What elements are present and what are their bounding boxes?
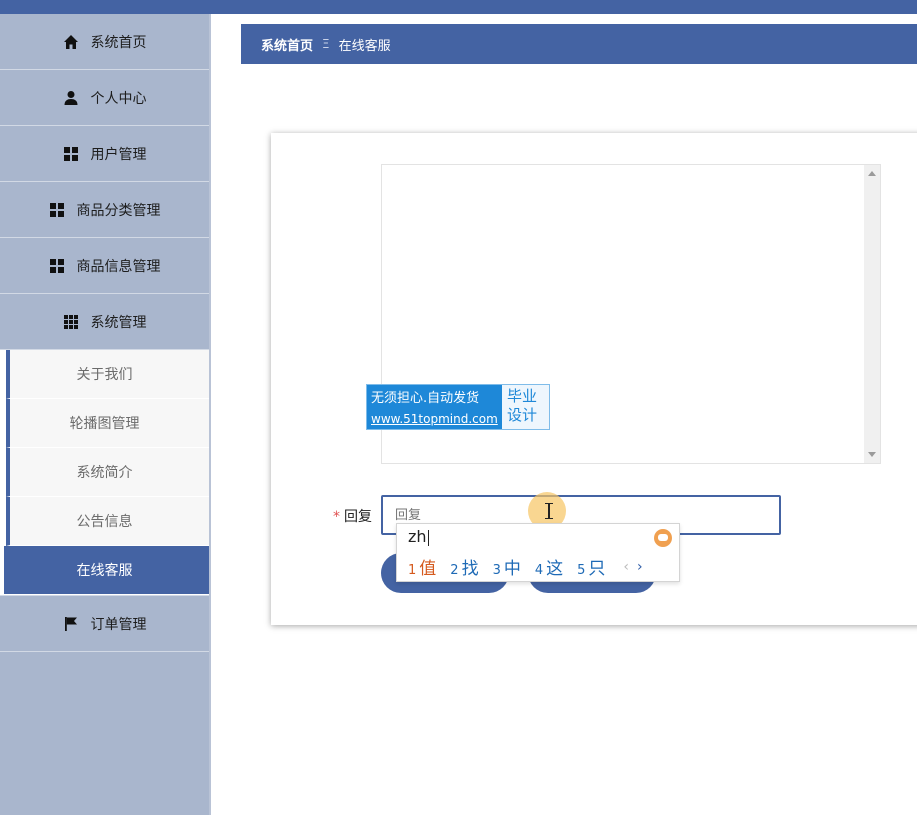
scroll-down-icon[interactable] xyxy=(868,452,876,457)
apps-icon xyxy=(63,314,79,330)
breadcrumb-current: 在线客服 xyxy=(338,38,391,54)
text-cursor-icon xyxy=(545,503,553,519)
ime-candidates: 1值 2找 3中 4这 5只 ‹ › xyxy=(408,554,643,580)
chat-scrollbar[interactable] xyxy=(864,165,880,463)
sidebar-item-label: 商品分类管理 xyxy=(76,202,161,219)
grid-icon xyxy=(49,258,65,274)
watermark-url: www.51topmind.com xyxy=(371,412,498,426)
sidebar-item-orders[interactable]: 订单管理 xyxy=(0,595,209,652)
ime-composition: zh xyxy=(408,527,429,546)
reply-label-text: 回复 xyxy=(344,509,372,525)
ime-candidate[interactable]: 4这 xyxy=(535,554,563,579)
grid-icon xyxy=(49,202,65,218)
watermark-slogan: 无须担心.自动发货 xyxy=(371,391,480,406)
breadcrumb-home[interactable]: 系统首页 xyxy=(261,35,313,54)
flag-icon xyxy=(63,616,79,632)
system-submenu: 关于我们 轮播图管理 系统简介 公告信息 在线客服 xyxy=(0,350,209,595)
sidebar-subitem-carousel[interactable]: 轮播图管理 xyxy=(6,399,209,448)
sidebar-item-label: 订单管理 xyxy=(90,616,147,633)
home-icon xyxy=(63,34,79,50)
sidebar-subitem-notice[interactable]: 公告信息 xyxy=(6,497,209,546)
breadcrumb: 系统首页 Ξ 在线客服 xyxy=(241,24,917,64)
ime-candidate-popup[interactable]: zh 1值 2找 3中 4这 5只 ‹ › xyxy=(396,523,680,582)
sidebar-item-system[interactable]: 系统管理 xyxy=(0,294,209,350)
top-bar xyxy=(0,0,917,14)
sidebar-item-products[interactable]: 商品信息管理 xyxy=(0,238,209,294)
sidebar-subitem-label: 系统简介 xyxy=(76,465,133,481)
ime-next-icon[interactable]: › xyxy=(637,559,643,575)
sidebar-subitem-label: 关于我们 xyxy=(76,367,133,383)
user-icon xyxy=(63,90,79,106)
watermark-badge-line2: 设计 xyxy=(507,406,538,424)
required-mark: * xyxy=(333,509,340,525)
sidebar-item-label: 个人中心 xyxy=(90,90,147,107)
sidebar-subitem-about[interactable]: 关于我们 xyxy=(6,350,209,399)
sidebar-subitem-intro[interactable]: 系统简介 xyxy=(6,448,209,497)
sidebar-item-label: 系统管理 xyxy=(90,314,147,331)
sidebar-subitem-label: 在线客服 xyxy=(76,563,133,579)
breadcrumb-separator: Ξ xyxy=(322,37,330,51)
scroll-up-icon[interactable] xyxy=(868,171,876,176)
watermark-banner: 无须担心.自动发货 www.51topmind.com 毕业 设计 xyxy=(366,384,550,430)
ime-candidate[interactable]: 1值 xyxy=(408,554,436,579)
sidebar-item-label: 商品信息管理 xyxy=(76,258,161,275)
ime-logo-icon[interactable] xyxy=(654,529,672,547)
sidebar-item-home[interactable]: 系统首页 xyxy=(0,14,209,70)
sidebar-subitem-customer-service[interactable]: 在线客服 xyxy=(0,546,209,595)
sidebar-item-label: 用户管理 xyxy=(90,146,147,163)
grid-icon xyxy=(63,146,79,162)
reply-label: * 回复 xyxy=(333,506,372,526)
sidebar-item-label: 系统首页 xyxy=(90,34,147,51)
sidebar-item-users[interactable]: 用户管理 xyxy=(0,126,209,182)
watermark-badge-line1: 毕业 xyxy=(507,387,538,405)
sidebar-item-categories[interactable]: 商品分类管理 xyxy=(0,182,209,238)
sidebar-subitem-label: 公告信息 xyxy=(76,514,133,530)
ime-candidate[interactable]: 3中 xyxy=(493,554,521,579)
ime-prev-icon[interactable]: ‹ xyxy=(623,559,629,575)
sidebar-item-profile[interactable]: 个人中心 xyxy=(0,70,209,126)
sidebar: 系统首页 个人中心 用户管理 商品分类管理 商品信息管理 系统管理 关于我们 轮… xyxy=(0,14,211,815)
sidebar-subitem-label: 轮播图管理 xyxy=(69,416,140,432)
ime-candidate[interactable]: 2找 xyxy=(450,554,478,579)
ime-candidate[interactable]: 5只 xyxy=(577,554,605,579)
